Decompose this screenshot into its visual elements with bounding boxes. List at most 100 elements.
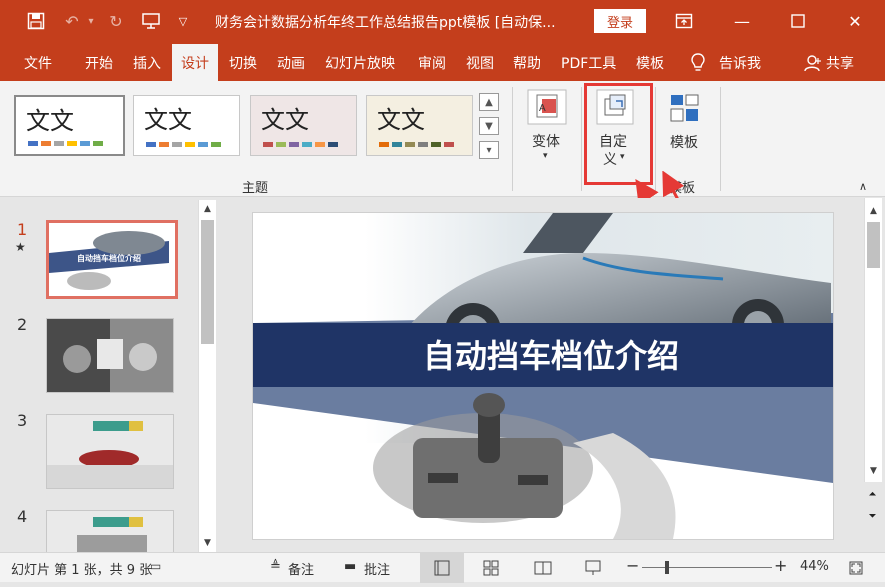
color-swatch (185, 142, 195, 147)
comments-icon[interactable]: ▬ (344, 559, 356, 574)
tab-review[interactable]: 审阅 (418, 53, 446, 73)
previous-slide-icon[interactable]: ⏶ (864, 486, 881, 503)
theme-scroll-down-icon[interactable]: ▼ (479, 117, 499, 135)
fit-to-window-icon[interactable] (848, 560, 864, 580)
slide-thumb-2[interactable] (46, 318, 174, 393)
undo-dropdown-icon[interactable]: ▾ (86, 10, 96, 32)
color-swatch (172, 142, 182, 147)
zoom-slider-thumb[interactable] (665, 561, 669, 574)
slide-number: 1 (17, 220, 28, 239)
theme-option-4[interactable]: 文文 (366, 95, 473, 156)
theme-scroll-up-icon[interactable]: ▲ (479, 93, 499, 111)
zoom-level[interactable]: 44% (800, 559, 829, 574)
theme-more-icon[interactable]: ▾ (479, 141, 499, 159)
slide-thumb-4[interactable] (46, 510, 174, 554)
main-slide[interactable]: 自动挡车档位介绍 (252, 212, 834, 540)
color-swatch (146, 142, 156, 147)
ribbon-display-icon[interactable] (672, 10, 696, 32)
redo-icon[interactable]: ↻ (104, 10, 128, 32)
color-swatch (198, 142, 208, 147)
tab-animations[interactable]: 动画 (277, 53, 305, 73)
slide-number: 4 (17, 507, 28, 526)
scroll-down-icon[interactable]: ▼ (199, 534, 216, 551)
tab-template[interactable]: 模板 (636, 53, 664, 73)
color-swatch (315, 142, 325, 147)
variants-icon[interactable]: A (527, 89, 567, 125)
person-icon[interactable] (804, 54, 822, 72)
slide-scrollbar[interactable]: ▲ ▼ (864, 198, 882, 482)
theme-color-swatches (28, 141, 103, 146)
tab-insert[interactable]: 插入 (133, 53, 161, 73)
slide-number: 2 (17, 315, 28, 334)
slide-scroll-down-icon[interactable]: ▼ (865, 462, 882, 479)
color-swatch (80, 141, 90, 146)
color-swatch (41, 141, 51, 146)
zoom-out-icon[interactable]: − (626, 556, 639, 575)
title-bar: ↶ ▾ ↻ ▽ 财务会计数据分析年终工作总结报告ppt模板 [自动保... 登录… (0, 0, 885, 44)
color-swatch (276, 142, 286, 147)
slide-title: 自动挡车档位介绍 (423, 337, 679, 375)
theme-sample-text: 文文 (261, 106, 309, 134)
maximize-icon[interactable] (786, 10, 810, 32)
spellcheck-icon[interactable]: ▭ (150, 559, 161, 573)
scroll-up-icon[interactable]: ▲ (199, 200, 216, 217)
status-bar: 幻灯片 第 1 张，共 9 张 ▭ ≜ 备注 ▬ 批注 − + 44% (0, 552, 885, 583)
theme-option-1[interactable]: 文文 (14, 95, 125, 156)
tab-help[interactable]: 帮助 (513, 53, 541, 73)
minimize-icon[interactable]: — (730, 10, 754, 32)
reading-view-icon[interactable] (534, 560, 552, 580)
template-button[interactable]: 模板 (670, 132, 698, 152)
tab-slideshow[interactable]: 幻灯片放映 (325, 53, 395, 73)
theme-option-3[interactable]: 文文 (250, 95, 357, 156)
share-button[interactable]: 共享 (826, 53, 854, 73)
tab-view[interactable]: 视图 (466, 53, 494, 73)
slide-scroll-up-icon[interactable]: ▲ (865, 202, 882, 219)
close-icon[interactable]: ✕ (843, 10, 867, 32)
svg-text:A: A (539, 103, 546, 114)
customize-qat-icon[interactable]: ▽ (176, 10, 190, 32)
save-icon[interactable] (26, 10, 46, 32)
theme-option-2[interactable]: 文文 (133, 95, 240, 156)
collapse-ribbon-icon[interactable]: ∧ (859, 180, 867, 193)
tab-transitions[interactable]: 切换 (229, 53, 257, 73)
slide-sorter-icon[interactable] (483, 560, 499, 580)
tab-home[interactable]: 开始 (85, 53, 113, 73)
tab-pdf-tools[interactable]: PDF工具 (561, 53, 616, 73)
tell-me[interactable]: 告诉我 (719, 53, 761, 73)
login-button[interactable]: 登录 (594, 9, 646, 33)
tab-file[interactable]: 文件 (24, 53, 52, 73)
tab-design[interactable]: 设计 (172, 44, 218, 81)
next-slide-icon[interactable]: ⏷ (864, 508, 881, 525)
color-swatch (379, 142, 389, 147)
color-swatch (289, 142, 299, 147)
slide-thumb-1[interactable]: 自动挡车档位介绍 (46, 220, 178, 299)
notes-icon[interactable]: ≜ (270, 559, 281, 574)
ribbon: 文文 文文 文文 文文 ▲ ▼ ▾ 主题 A 变体 ▾ 自定 义 ▾ 模板 模板 ∧ (0, 81, 885, 322)
thumb-scrollbar[interactable]: ▲ ▼ (198, 200, 216, 552)
color-swatch (67, 141, 77, 146)
color-swatch (328, 142, 338, 147)
present-icon[interactable] (140, 10, 162, 32)
slide-scroll-thumb[interactable] (867, 222, 880, 268)
variants-dropdown-icon[interactable]: ▾ (543, 151, 548, 161)
normal-view-button[interactable] (420, 553, 464, 583)
color-swatch (54, 141, 64, 146)
slide-number: 3 (17, 411, 28, 430)
notes-button[interactable]: 备注 (288, 559, 314, 578)
slide-thumb-3[interactable] (46, 414, 174, 489)
thumb-title: 自动挡车档位介绍 (77, 253, 141, 263)
comments-button[interactable]: 批注 (364, 559, 390, 578)
color-swatch (392, 142, 402, 147)
undo-icon[interactable]: ↶ (60, 10, 84, 32)
zoom-slider-track[interactable] (642, 567, 772, 568)
template-icon[interactable] (669, 93, 701, 123)
color-swatch (263, 142, 273, 147)
slide-count: 幻灯片 第 1 张，共 9 张 (11, 563, 153, 578)
variants-button[interactable]: 变体 (532, 131, 560, 151)
zoom-in-icon[interactable]: + (774, 556, 787, 575)
scroll-thumb[interactable] (201, 220, 214, 344)
document-title: 财务会计数据分析年终工作总结报告ppt模板 [自动保... (215, 15, 556, 31)
lightbulb-icon[interactable] (690, 52, 706, 74)
theme-color-swatches (263, 142, 338, 147)
slideshow-icon[interactable] (584, 560, 602, 580)
